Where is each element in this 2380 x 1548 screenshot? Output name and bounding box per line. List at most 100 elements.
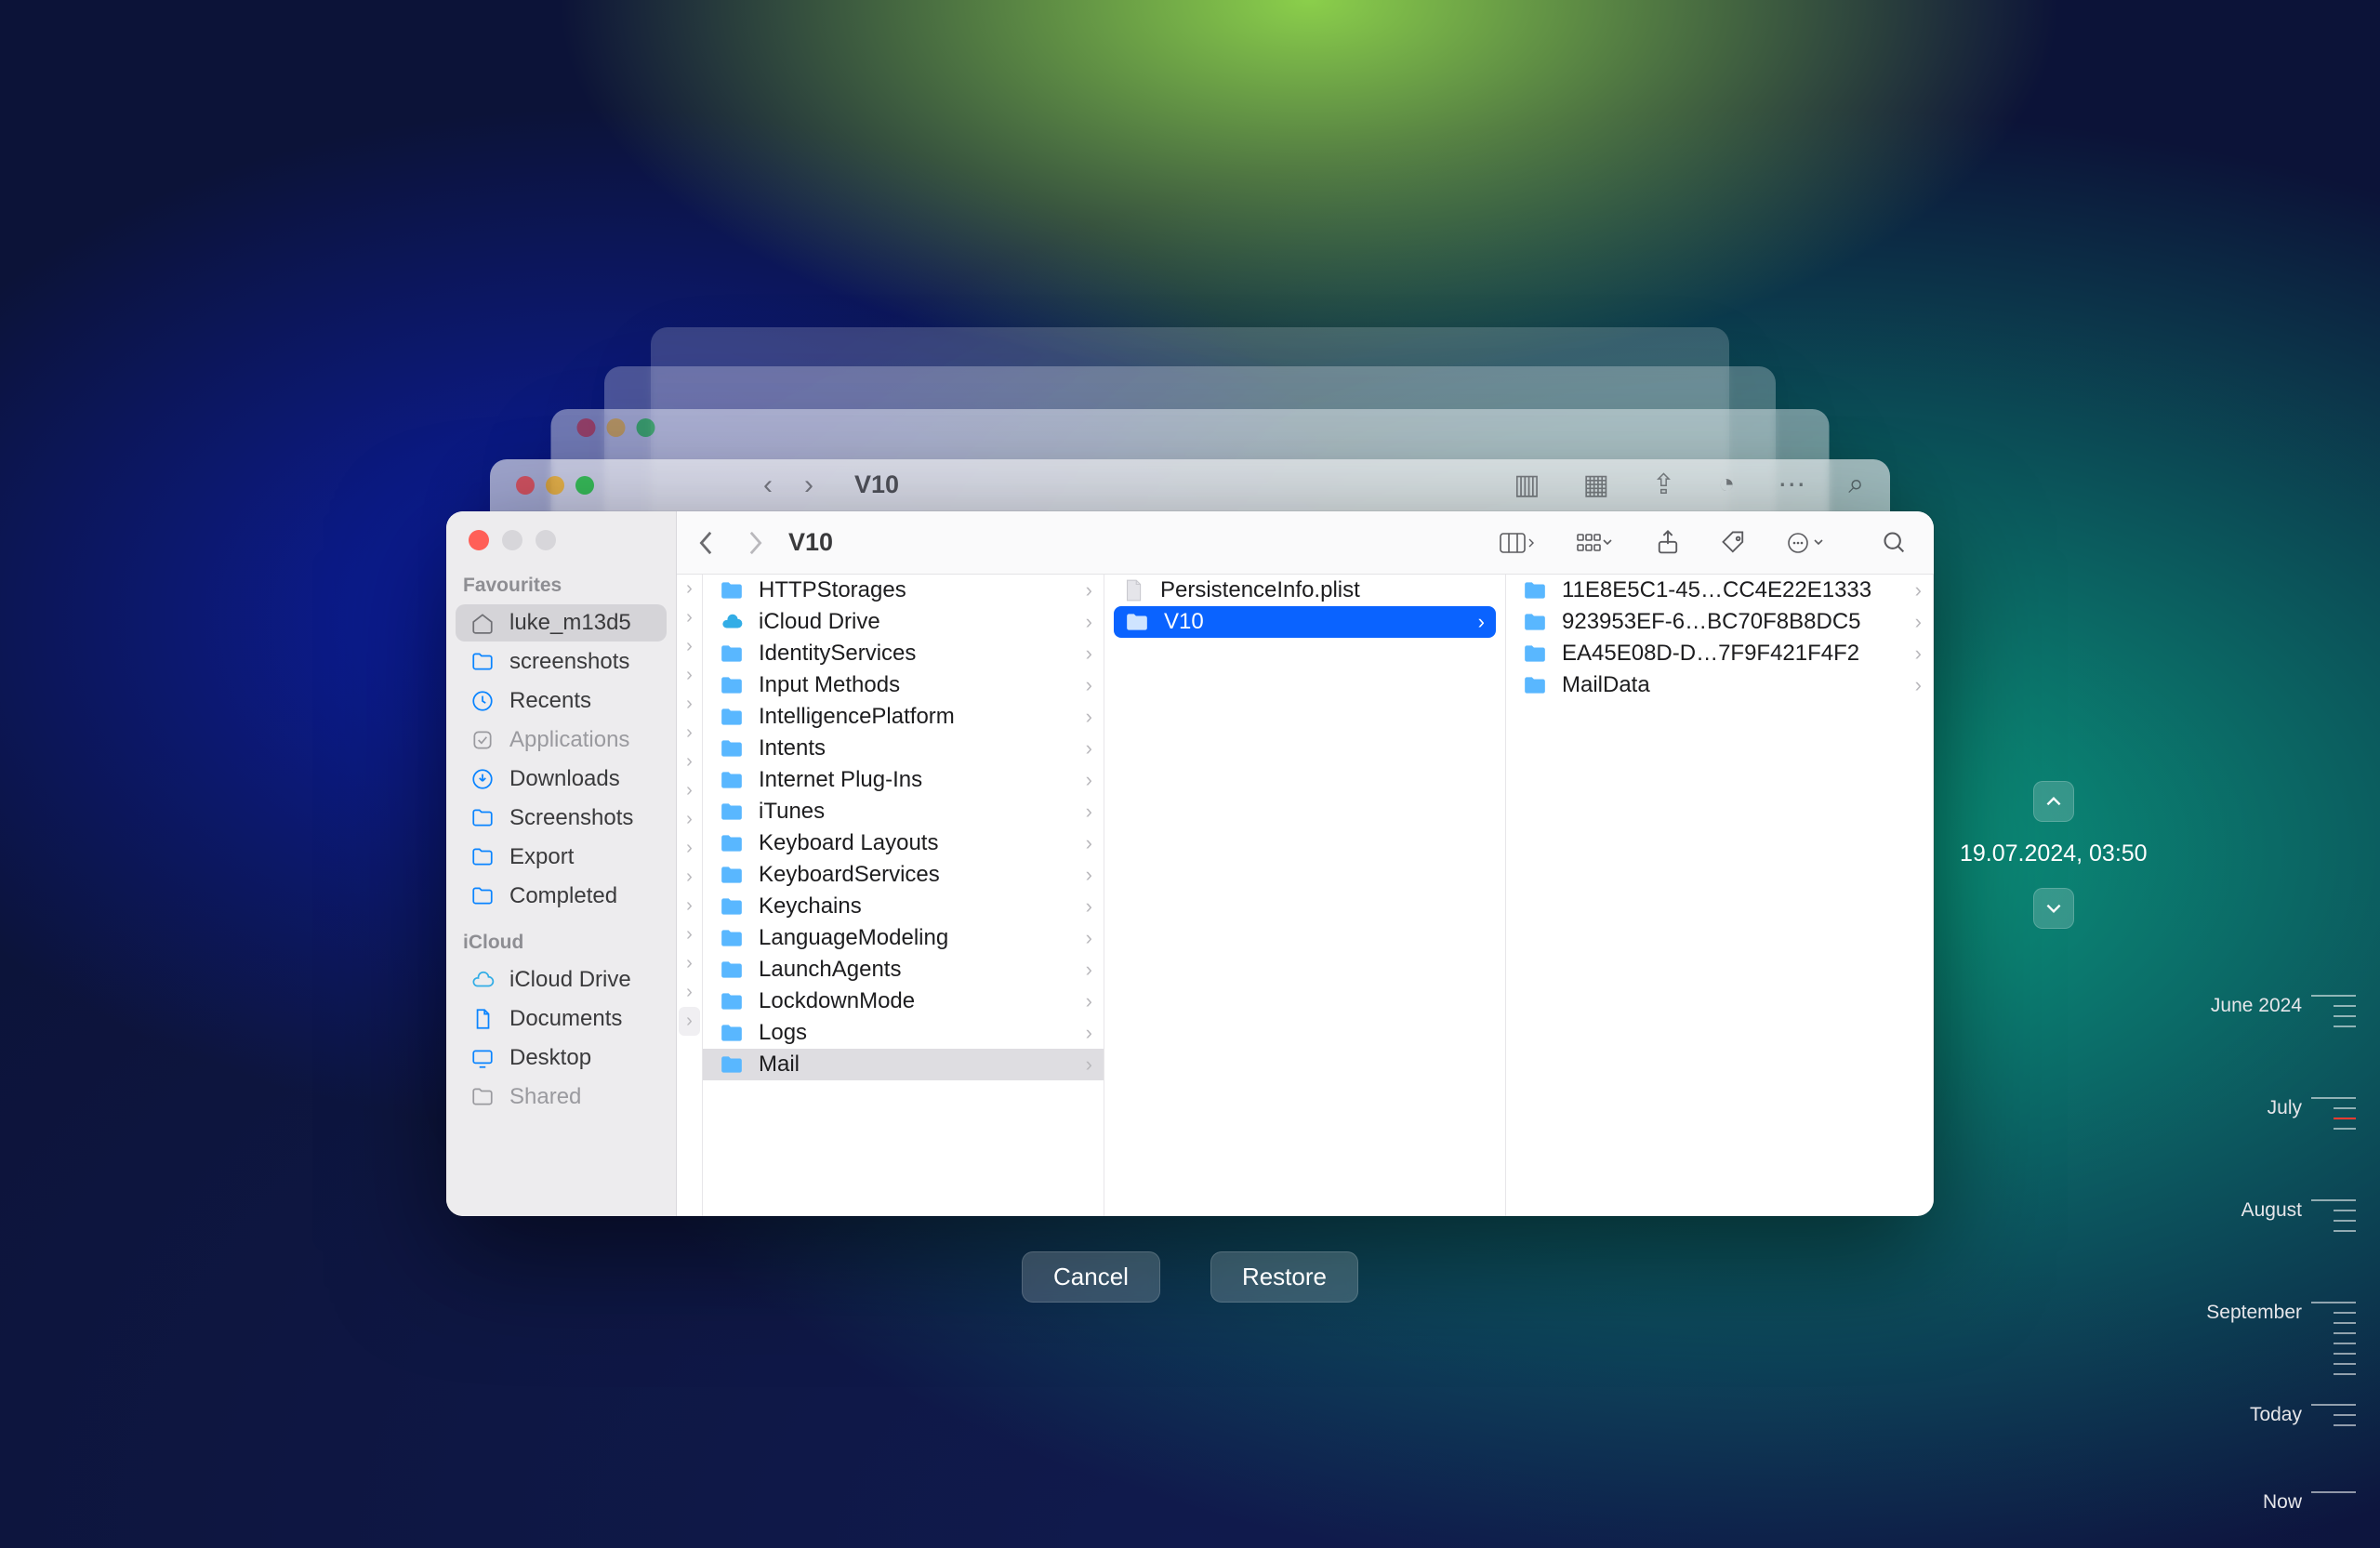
file-row[interactable]: Input Methods› <box>703 669 1104 701</box>
column-1[interactable]: HTTPStorages›iCloud Drive›IdentityServic… <box>703 575 1104 1216</box>
sidebar-item-label: Recents <box>509 688 591 714</box>
chevron-right-icon: › <box>1086 642 1092 666</box>
file-row[interactable]: V10› <box>1114 606 1496 638</box>
chevron-left-icon: ‹ <box>763 470 773 501</box>
folder-icon <box>718 768 746 792</box>
forward-button[interactable] <box>731 519 779 567</box>
file-row[interactable]: PersistenceInfo.plist <box>1104 575 1505 606</box>
group-button[interactable] <box>1567 519 1623 567</box>
file-row[interactable]: IntelligencePlatform› <box>703 701 1104 733</box>
chevron-right-icon: › <box>1086 958 1092 982</box>
file-row-label: IdentityServices <box>759 641 916 667</box>
sidebar-item-label: luke_m13d5 <box>509 610 631 636</box>
folder-icon <box>1521 578 1549 602</box>
folder-icon <box>718 1021 746 1045</box>
file-row[interactable]: Keychains› <box>703 891 1104 922</box>
back-button[interactable] <box>682 519 731 567</box>
folder-icon <box>1521 642 1549 666</box>
share-button[interactable] <box>1647 519 1688 567</box>
file-row[interactable]: MailData› <box>1506 669 1933 701</box>
close-traffic-light[interactable] <box>469 530 489 550</box>
sidebar-item-label: Applications <box>509 727 629 753</box>
chevron-right-icon: › <box>1086 578 1092 602</box>
file-row[interactable]: KeyboardServices› <box>703 859 1104 891</box>
column-view: › › › › › › › › › › › › › › › › HTTPStor… <box>677 575 1934 1216</box>
file-row[interactable]: LaunchAgents › <box>703 954 1104 986</box>
sidebar-item-icloud-drive[interactable]: iCloud Drive <box>456 961 667 999</box>
file-row[interactable]: EA45E08D-D…7F9F421F4F2› <box>1506 638 1933 669</box>
timeline[interactable]: June 2024 July August September Today No… <box>2188 995 2356 1514</box>
chevron-right-icon: › <box>1915 578 1922 602</box>
file-row-label: KeyboardServices <box>759 862 940 888</box>
sidebar-item-label: Documents <box>509 1006 622 1032</box>
file-row[interactable]: IdentityServices › <box>703 638 1104 669</box>
file-row-label: IntelligencePlatform <box>759 704 955 730</box>
file-row[interactable]: Logs› <box>703 1017 1104 1049</box>
file-row[interactable]: HTTPStorages› <box>703 575 1104 606</box>
tm-down-button[interactable] <box>2033 888 2074 929</box>
sidebar-item-shared[interactable]: Shared <box>456 1078 667 1116</box>
folder-icon <box>469 845 496 869</box>
file-row-label: 11E8E5C1-45…CC4E22E1333 <box>1562 577 1871 603</box>
chevron-right-icon: › <box>1478 610 1485 634</box>
home-icon <box>469 611 496 635</box>
column-2[interactable]: PersistenceInfo.plistV10› <box>1104 575 1506 1216</box>
sidebar-item-home[interactable]: luke_m13d5 <box>456 604 667 642</box>
file-row[interactable]: 923953EF-6…BC70F8B8DC5› <box>1506 606 1933 638</box>
sidebar-item-desktop[interactable]: Desktop <box>456 1039 667 1077</box>
sidebar-item-label: Export <box>509 844 574 870</box>
chevron-right-icon: › <box>1915 610 1922 634</box>
folder-icon <box>718 736 746 761</box>
chevron-right-icon: › <box>1086 736 1092 761</box>
cloud-icon <box>718 610 746 634</box>
search-button[interactable] <box>1874 519 1915 567</box>
sidebar-item-export[interactable]: Export <box>456 839 667 876</box>
minimize-traffic-light[interactable] <box>502 530 522 550</box>
more-button[interactable] <box>1779 519 1831 567</box>
view-columns-button[interactable] <box>1491 519 1543 567</box>
sidebar-section-favourites: Favourites <box>446 571 676 604</box>
file-row[interactable]: iTunes› <box>703 796 1104 827</box>
column-3[interactable]: 11E8E5C1-45…CC4E22E1333›923953EF-6…BC70F… <box>1506 575 1934 1216</box>
desktop-icon <box>469 1046 496 1070</box>
file-row-label: LaunchAgents <box>759 957 901 983</box>
sidebar-item-label: screenshots <box>509 649 629 675</box>
file-row[interactable]: Internet Plug-Ins › <box>703 764 1104 796</box>
file-row[interactable]: Keyboard Layouts› <box>703 827 1104 859</box>
file-row-label: iCloud Drive <box>759 609 880 635</box>
chevron-right-icon: › <box>804 470 813 501</box>
columns-icon: ▥ <box>1514 469 1540 501</box>
chevron-right-icon: › <box>1086 831 1092 855</box>
file-row[interactable]: LanguageModeling› <box>703 922 1104 954</box>
restore-button[interactable]: Restore <box>1210 1251 1358 1303</box>
sidebar-item-screenshots[interactable]: screenshots <box>456 643 667 681</box>
clock-icon <box>469 689 496 713</box>
chevron-right-icon: › <box>1086 768 1092 792</box>
tags-button[interactable] <box>1712 519 1755 567</box>
sidebar-item-recents[interactable]: Recents <box>456 682 667 720</box>
file-row[interactable]: 11E8E5C1-45…CC4E22E1333 › <box>1506 575 1933 606</box>
chevron-right-icon: › <box>1086 673 1092 697</box>
file-row[interactable]: iCloud Drive› <box>703 606 1104 638</box>
file-row[interactable]: Mail› <box>703 1049 1104 1080</box>
file-row[interactable]: Intents› <box>703 733 1104 764</box>
folder-icon <box>718 800 746 824</box>
sidebar-item-applications[interactable]: Applications <box>456 721 667 759</box>
sidebar-item-screenshots-2[interactable]: Screenshots <box>456 800 667 837</box>
sidebar-section-icloud: iCloud <box>446 928 676 961</box>
doc-icon <box>469 1007 496 1031</box>
file-row[interactable]: LockdownMode› <box>703 986 1104 1017</box>
tm-up-button[interactable] <box>2033 781 2074 822</box>
toolbar: V10 <box>677 511 1934 575</box>
sidebar-item-label: Shared <box>509 1084 581 1110</box>
shared-folder-icon <box>469 1085 496 1109</box>
cancel-button[interactable]: Cancel <box>1022 1251 1160 1303</box>
sidebar-item-label: Completed <box>509 883 617 909</box>
zoom-traffic-light[interactable] <box>536 530 556 550</box>
file-row-label: Internet Plug-Ins <box>759 767 922 793</box>
folder-icon <box>718 831 746 855</box>
sidebar-item-downloads[interactable]: Downloads <box>456 761 667 798</box>
sidebar-item-completed[interactable]: Completed <box>456 878 667 915</box>
chevron-right-icon: › <box>1086 894 1092 919</box>
sidebar-item-documents[interactable]: Documents <box>456 1000 667 1038</box>
